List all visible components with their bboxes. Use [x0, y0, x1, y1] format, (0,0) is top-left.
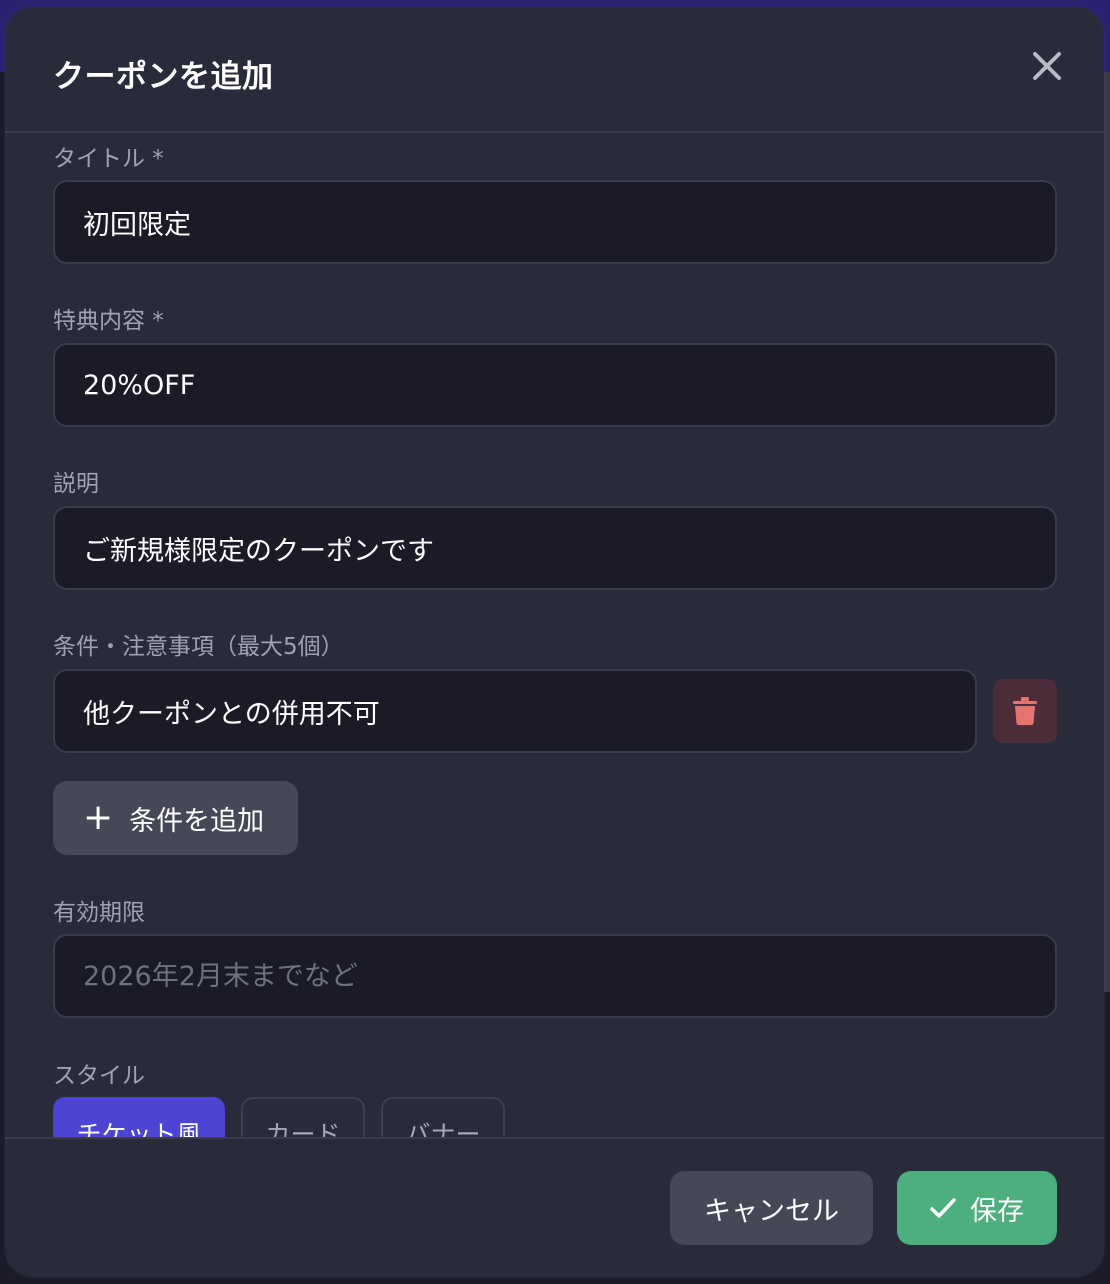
- trash-icon: [1013, 697, 1037, 725]
- delete-condition-button[interactable]: [993, 679, 1057, 743]
- save-button[interactable]: 保存: [897, 1171, 1057, 1245]
- close-button[interactable]: [1030, 49, 1064, 83]
- expiry-label: 有効期限: [53, 900, 145, 926]
- condition-input-1[interactable]: [53, 669, 977, 753]
- expiry-input[interactable]: [53, 934, 1057, 1018]
- close-icon: [1033, 52, 1061, 80]
- style-option-card[interactable]: カード: [241, 1097, 365, 1137]
- title-input[interactable]: [53, 180, 1057, 264]
- style-option-ticket-label: チケット風: [76, 1120, 202, 1137]
- benefit-input[interactable]: [53, 343, 1057, 427]
- benefit-label: 特典内容 *: [53, 308, 164, 334]
- style-option-banner[interactable]: バナー: [381, 1097, 505, 1137]
- conditions-label: 条件・注意事項（最大5個）: [53, 634, 344, 660]
- cancel-button[interactable]: キャンセル: [670, 1171, 873, 1245]
- style-option-ticket[interactable]: チケット風: [53, 1097, 225, 1137]
- cancel-label: キャンセル: [704, 1195, 839, 1227]
- dialog-footer: キャンセル 保存: [5, 1137, 1104, 1277]
- save-label: 保存: [970, 1195, 1024, 1227]
- style-label: スタイル: [53, 1063, 145, 1089]
- add-coupon-dialog: クーポンを追加 タイトル * 特典内容 * 説明 条件・注意事項（最大5個） +…: [5, 7, 1104, 1277]
- style-option-card-label: カード: [265, 1120, 341, 1137]
- dialog-body[interactable]: タイトル * 特典内容 * 説明 条件・注意事項（最大5個） + 条件を追加 有…: [5, 133, 1104, 1137]
- dialog-title: クーポンを追加: [53, 59, 274, 95]
- title-label: タイトル *: [53, 146, 164, 172]
- add-condition-label: 条件を追加: [129, 805, 265, 837]
- add-condition-button[interactable]: + 条件を追加: [53, 781, 298, 855]
- description-input[interactable]: [53, 506, 1057, 590]
- plus-icon: +: [83, 797, 114, 838]
- dialog-header: クーポンを追加: [5, 7, 1104, 133]
- check-icon: [930, 1198, 956, 1218]
- description-label: 説明: [53, 471, 99, 497]
- style-option-banner-label: バナー: [405, 1120, 481, 1137]
